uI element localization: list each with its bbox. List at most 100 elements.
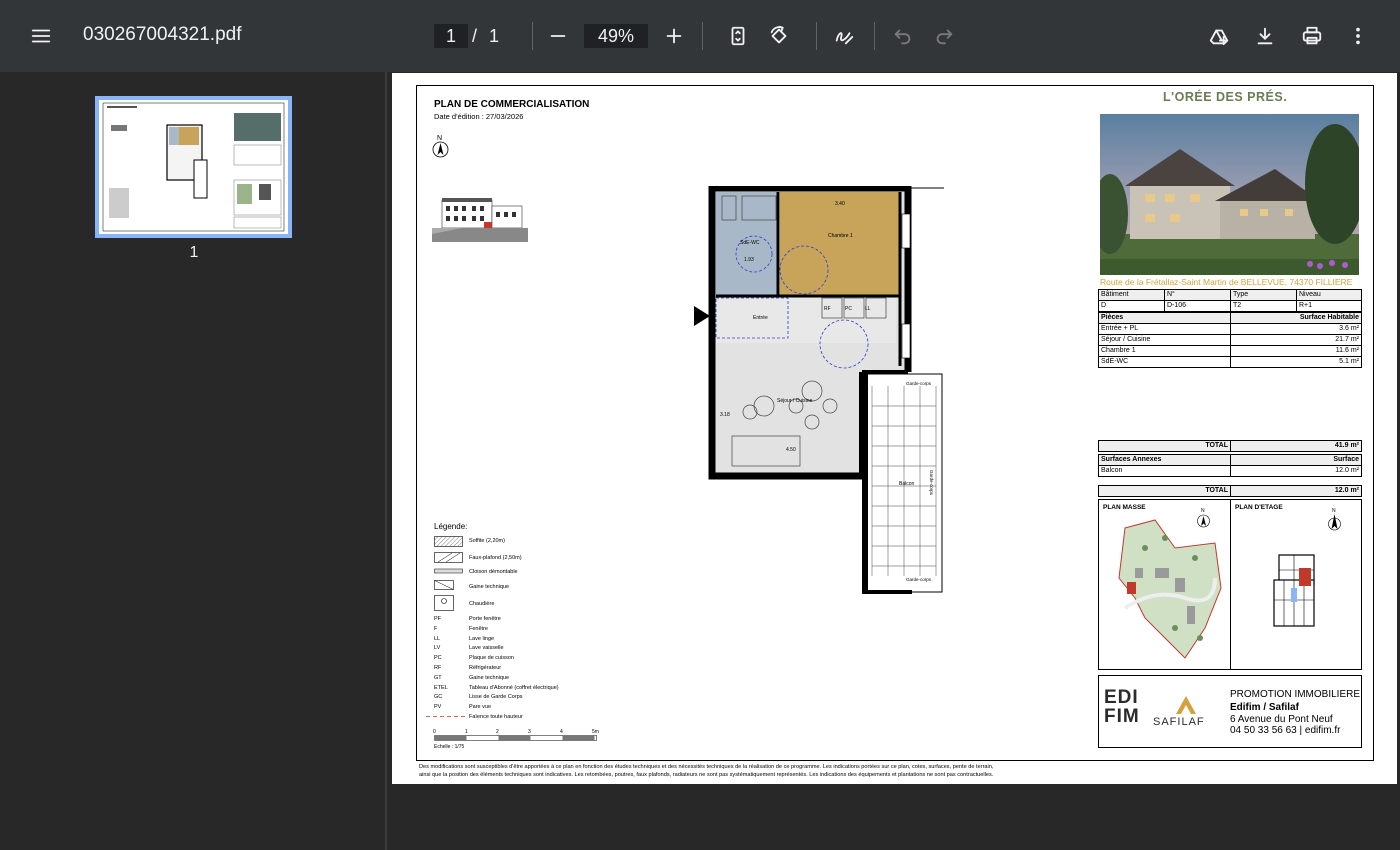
legend-code-label: Réfrigérateur <box>469 665 502 671</box>
pdf-toolbar: 030267004321.pdf 1 / 1 49% <box>0 0 1400 72</box>
legend-code: RF <box>434 665 442 671</box>
brand-logo: L'ORÉE DES PRÉS. <box>1163 90 1288 104</box>
download-icon[interactable] <box>1247 18 1283 54</box>
legend-code-label: Fenêtre <box>469 625 488 632</box>
disclaimer-line: Des modifications sont susceptibles d'êt… <box>419 764 994 770</box>
info-header: Type <box>1230 289 1297 301</box>
annex-total-label: TOTAL <box>1098 485 1231 497</box>
info-value: T2 <box>1230 300 1297 312</box>
menu-icon[interactable] <box>23 18 59 54</box>
building-render-image <box>1100 114 1359 275</box>
file-name: 030267004321.pdf <box>83 24 242 45</box>
edifim-logo: EDI FIM <box>1104 687 1140 727</box>
info-header: Bâtiment <box>1098 289 1165 301</box>
annex-total-table: TOTAL 12.0 m² <box>1098 485 1362 497</box>
plan-label-chambre: Chambre 1 <box>828 233 853 239</box>
floor-level-plan-drawing <box>1273 554 1315 627</box>
plan-label-gc1: Garde-corps <box>906 381 932 386</box>
legend-code: PF <box>434 616 442 622</box>
rotate-icon[interactable] <box>761 18 797 54</box>
legend-swatch-label: Chaudière <box>469 601 495 607</box>
legend-swatch-label: Cloison démontable <box>469 569 518 575</box>
legend-code: PV <box>434 704 442 711</box>
divider <box>702 22 703 50</box>
scale-label: Echelle : 1/75 <box>434 744 465 750</box>
info-value: R+1 <box>1296 300 1362 312</box>
north-arrow-icon <box>1328 514 1341 531</box>
plan-masse-title: PLAN MASSE <box>1103 504 1146 511</box>
zoom-in-button[interactable] <box>656 18 692 54</box>
legend-code-label: Faïence toute hauteur <box>469 714 523 720</box>
plan-label-gc2: Garde-corps <box>906 577 932 582</box>
north-arrow-icon <box>432 141 449 158</box>
room-area: 3.6 m² <box>1230 323 1362 335</box>
plan-etage-title: PLAN D'ETAGE <box>1235 504 1283 511</box>
more-options-icon[interactable] <box>1340 18 1376 54</box>
legend-code-label: Tableau d'Abonné (coffret électrique) <box>469 684 559 691</box>
legend-code-label: Lave linge <box>469 635 495 642</box>
legend-code: LL <box>434 635 441 642</box>
legend-title: Légende: <box>434 522 468 531</box>
total-table: TOTAL 41.9 m² <box>1098 440 1362 452</box>
annex-header: Surfaces Annexes <box>1098 454 1231 466</box>
annex-area: 12.0 m² <box>1230 465 1362 477</box>
rooms-header: Pièces <box>1098 312 1231 324</box>
disclaimer-line: ainsi que la position des éléments techn… <box>419 772 994 778</box>
plan-label-ll: LL <box>865 306 871 312</box>
page-thumbnail[interactable] <box>95 96 292 238</box>
legend-swatch-label: Gaine technique <box>469 584 510 590</box>
room-area: 21.7 m² <box>1230 334 1362 346</box>
legend-code: GT <box>434 674 442 681</box>
plan-dim-318: 3.18 <box>720 412 730 418</box>
fit-page-icon[interactable] <box>720 18 756 54</box>
rooms-header: Surface Habitable <box>1230 312 1362 324</box>
plan-label-sde: SdE-WC <box>740 240 760 246</box>
drive-save-icon[interactable] <box>1201 18 1237 54</box>
rooms-table: Pièces Surface Habitable Entrée + PL 3.6 … <box>1098 312 1362 368</box>
undo-icon[interactable] <box>885 18 921 54</box>
plan-label-gc3: Garde-corps <box>929 469 935 496</box>
divider <box>1230 500 1231 670</box>
promo-title: PROMOTION IMMOBILIERE <box>1230 689 1361 700</box>
zoom-out-button[interactable] <box>540 18 576 54</box>
legend-code: PC <box>434 655 442 662</box>
safilaf-logo-text: SAFILAF <box>1153 716 1205 728</box>
info-value: D-106 <box>1164 300 1231 312</box>
info-header: N° <box>1164 289 1231 301</box>
legend-swatch-label: Soffite (2,20m) <box>469 538 505 544</box>
thumbnail-preview <box>99 100 288 234</box>
info-value: D <box>1098 300 1165 312</box>
annex-total-area: 12.0 m² <box>1230 485 1362 497</box>
divider <box>816 22 817 50</box>
draw-icon[interactable] <box>826 18 862 54</box>
scale-graphic <box>434 735 597 741</box>
page-number-input[interactable]: 1 <box>434 24 468 48</box>
plan-label-pc: PC <box>845 306 852 312</box>
plan-dim-193: 1.93 <box>744 257 754 263</box>
legend-swatch-label: Faux-plafond (2,50m) <box>469 555 522 561</box>
legend-code: LV <box>434 645 441 652</box>
annex-table: Surfaces Annexes Surface Balcon 12.0 m² <box>1098 454 1362 477</box>
plan-dim-450: 4.50 <box>786 447 796 453</box>
plan-dim-340: 3.40 <box>835 201 845 207</box>
thumbnail-page-number: 1 <box>189 244 199 261</box>
promoter-box: EDI FIM SAFILAF PROMOTION IMMOBILIERE Ed… <box>1098 675 1362 748</box>
floor-plan-drawing <box>694 186 944 594</box>
zoom-input[interactable]: 49% <box>584 24 648 48</box>
page-separator: / <box>472 26 478 46</box>
plan-label-balcon: Balcon <box>899 481 915 487</box>
info-table: Bâtiment N° Type Niveau D D-106 T2 R+1 <box>1098 289 1362 312</box>
promo-company: Edifim / Safilaf <box>1230 702 1299 713</box>
site-plans-box: PLAN MASSE PLAN D'ETAGE N N <box>1098 499 1362 670</box>
room-area: 5.1 m² <box>1230 356 1362 368</box>
print-icon[interactable] <box>1294 18 1330 54</box>
room-name: Séjour / Cuisine <box>1098 334 1231 346</box>
scale-bar: 0 1 2 3 4 5m Echelle : 1/75 <box>432 729 612 750</box>
plan-label-rf: RF <box>824 306 831 312</box>
promo-contact: 04 50 33 56 63 | edifim.fr <box>1230 725 1341 736</box>
redo-icon[interactable] <box>926 18 962 54</box>
page-total: 1 <box>489 26 500 46</box>
annex-name: Balcon <box>1098 465 1231 477</box>
divider <box>874 22 875 50</box>
address: Route de la Frétallaz-Saint Martin de BE… <box>1100 277 1353 287</box>
